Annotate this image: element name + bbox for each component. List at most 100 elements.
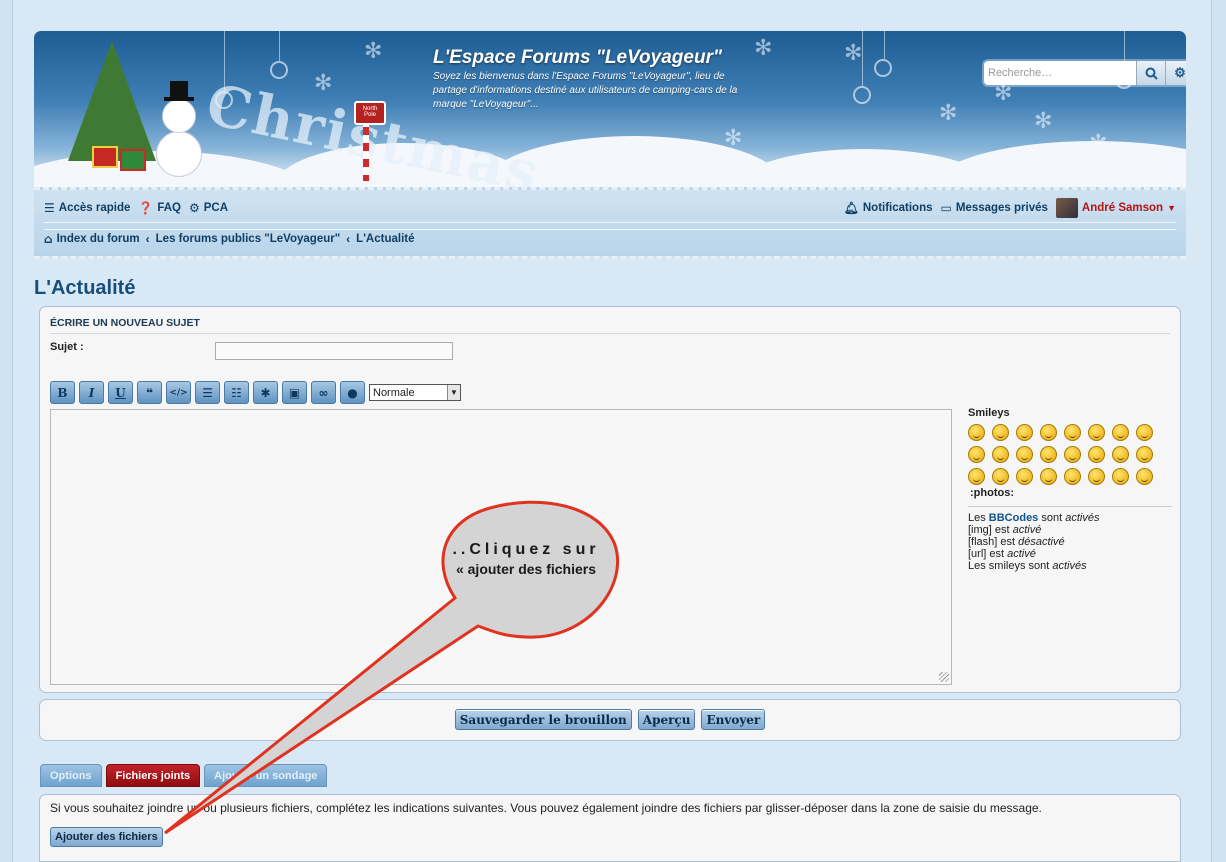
italic-button[interactable]: I [79,381,104,404]
smiley-icon[interactable] [1088,468,1105,485]
private-messages-link[interactable]: ▭ Messages privés [941,201,1048,215]
color-button[interactable]: ● [340,381,365,404]
code-button[interactable]: </> [166,381,191,404]
smiley-icon[interactable] [992,446,1009,463]
bell-icon: 🔔︎ [843,201,859,215]
smiley-grid [968,424,1172,485]
submit-button-row: Sauvegarder le brouillon Aperçu Envoyer [40,709,1180,730]
subject-label: Sujet : [50,341,84,353]
search-box: ⚙ [984,61,1186,85]
smiley-icon[interactable] [1112,424,1129,441]
bold-button[interactable]: B [50,381,75,404]
smiley-icon[interactable] [1040,446,1057,463]
search-button[interactable] [1136,61,1165,85]
smiley-icon[interactable] [1016,468,1033,485]
smiley-icon[interactable] [968,424,985,441]
smileys-status-line: Les smileys sont activés [968,560,1172,572]
tab-options[interactable]: Options [40,764,102,787]
bbcode-toolbar: B I U ❝ </> ☰ ☷ ✱ ▣ ∞ ● Normale ▼ [50,381,461,404]
snowman-icon [156,131,202,177]
add-files-button[interactable]: Ajouter des fichiers [50,827,163,847]
home-icon: ⌂ [44,231,53,246]
navbar: ☰ Accès rapide ❓ FAQ ⚙ PCA 🔔︎ Notificati… [34,187,1186,259]
url-prefix: [url] est [968,548,1008,560]
pca-link[interactable]: ⚙ PCA [189,201,228,215]
smiley-icon[interactable] [1088,424,1105,441]
smiley-icon[interactable] [1112,468,1129,485]
breadcrumb-separator: ‹ [145,231,150,246]
smiley-icon[interactable] [1064,424,1081,441]
smileys-title: Smileys [968,407,1010,419]
tab-attachments[interactable]: Fichiers joints [105,764,201,787]
inbox-icon: ▭ [940,201,952,215]
url-button[interactable]: ∞ [311,381,336,404]
gift-icon [120,149,146,171]
smiley-icon[interactable] [992,468,1009,485]
search-input[interactable] [984,61,1136,85]
quote-button[interactable]: ❝ [137,381,162,404]
url-state: activé [1007,548,1036,560]
smiley-icon[interactable] [1112,446,1129,463]
list-button[interactable]: ☰ [195,381,220,404]
ornament-icon [270,61,288,79]
list-item-button[interactable]: ✱ [253,381,278,404]
bbcodes-mid: sont [1038,512,1066,524]
ornament-icon [874,59,892,77]
bbcodes-state: activés [1065,512,1100,524]
ornament-string [279,31,280,61]
smiley-icon[interactable] [1136,424,1153,441]
quick-access-menu[interactable]: ☰ Accès rapide [44,201,130,215]
smiley-icon[interactable] [1136,446,1153,463]
photos-smiley-link[interactable]: :photos: [970,487,1172,499]
smiley-icon[interactable] [1040,468,1057,485]
snowflake-icon: ✻ [939,101,958,126]
smiley-icon[interactable] [1136,468,1153,485]
gift-icon [92,146,118,168]
smiley-icon[interactable] [1088,446,1105,463]
breadcrumb-item: Index du forum [56,232,140,245]
smiley-icon[interactable] [992,424,1009,441]
help-icon: ❓ [138,201,154,215]
tab-poll[interactable]: Ajouter un sondage [204,764,328,787]
smiley-icon[interactable] [1040,424,1057,441]
smiley-icon[interactable] [968,446,985,463]
post-form-heading: ÉCRIRE UN NOUVEAU SUJET [50,317,1170,334]
image-button[interactable]: ▣ [282,381,307,404]
smiley-panel: Smileys :photos: Les BBCodes sont activé… [968,407,1172,572]
smiley-icon[interactable] [1064,446,1081,463]
nav-user-area: 🔔︎ Notifications ▭ Messages privés André… [844,198,1176,218]
snowman-head [162,99,196,133]
subject-input[interactable] [215,342,453,360]
breadcrumb-home[interactable]: ⌂ Index du forum [44,232,140,246]
private-messages-label: Messages privés [955,202,1048,214]
smiley-icon[interactable] [1016,424,1033,441]
smiley-icon[interactable] [1064,468,1081,485]
breadcrumb-forum[interactable]: Les forums publics "LeVoyageur" [156,233,341,245]
submit-button[interactable]: Envoyer [701,709,766,730]
breadcrumb-current[interactable]: L'Actualité [356,233,414,245]
numbered-list-button[interactable]: ☷ [224,381,249,404]
img-status-line: [img] est activé [968,524,1172,536]
faq-link[interactable]: ❓ FAQ [138,201,181,215]
preview-button[interactable]: Aperçu [637,709,696,730]
notifications-label: Notifications [862,202,933,214]
message-textarea[interactable] [50,409,952,685]
page-title[interactable]: L'Actualité [34,277,135,300]
font-size-select[interactable]: Normale ▼ [369,384,461,401]
site-title[interactable]: L'Espace Forums "LeVoyageur" [433,47,763,69]
resize-handle[interactable] [939,672,949,682]
save-draft-button[interactable]: Sauvegarder le brouillon [454,709,632,730]
notifications-link[interactable]: 🔔︎ Notifications [844,201,933,215]
ornament-icon [853,86,871,104]
smiley-icon[interactable] [1016,446,1033,463]
bbcodes-link[interactable]: BBCodes [989,512,1039,524]
smileys-prefix: Les smileys sont [968,560,1053,572]
smiley-icon[interactable] [968,468,985,485]
flash-prefix: [flash] est [968,536,1019,548]
advanced-search-button[interactable]: ⚙ [1165,61,1186,85]
underline-button[interactable]: U [108,381,133,404]
flash-state: désactivé [1018,536,1065,548]
nav-divider [44,222,1176,223]
user-menu[interactable]: André Samson ▼ [1055,198,1176,218]
attachments-instructions: Si vous souhaitez joindre un ou plusieur… [50,801,1042,815]
